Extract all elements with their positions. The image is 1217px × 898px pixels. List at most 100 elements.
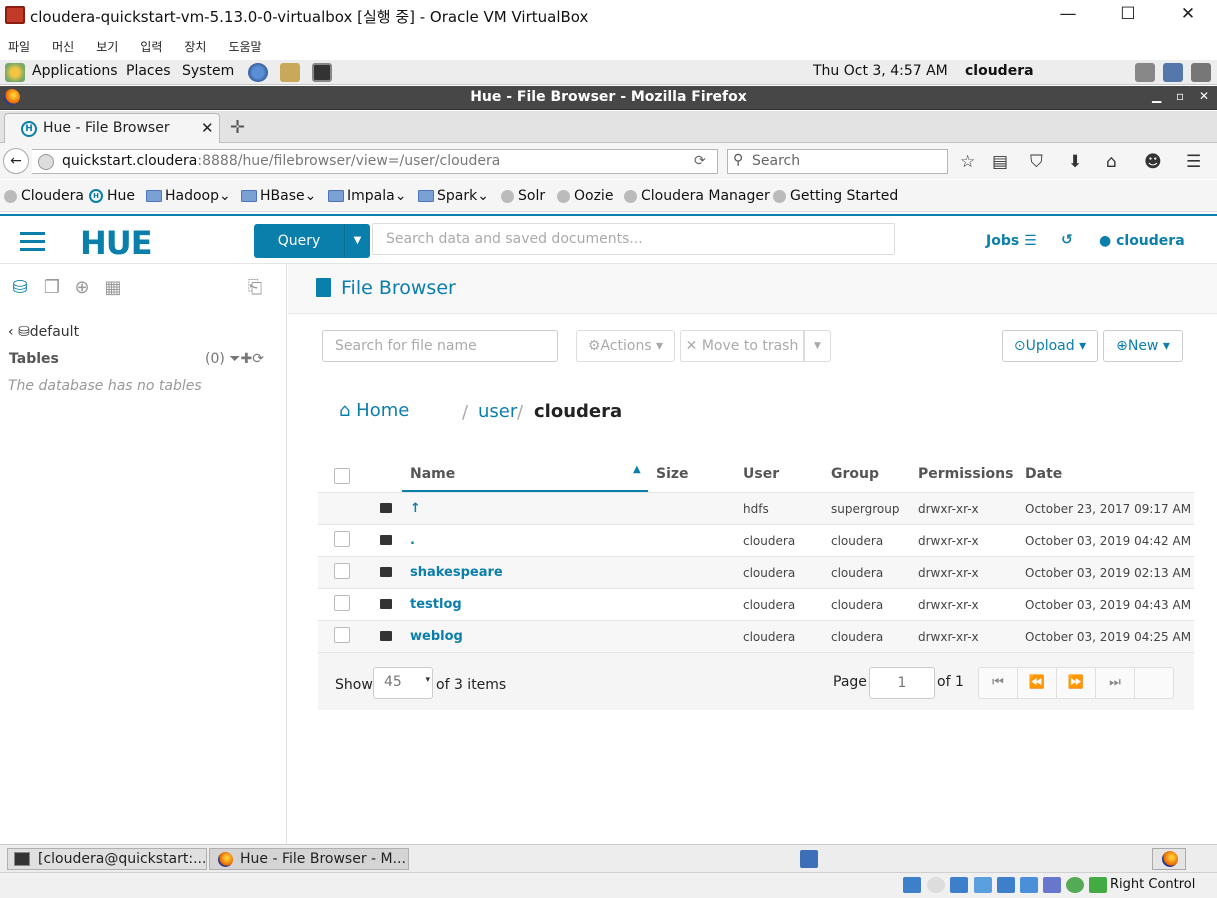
url-bar[interactable]: quickstart.cloudera:8888/hue/filebrowser… xyxy=(32,149,718,174)
bookmark-cloudera[interactable]: Cloudera xyxy=(4,188,84,204)
site-info-icon[interactable] xyxy=(38,154,54,170)
database-breadcrumb[interactable]: ‹ ⛁default xyxy=(8,324,79,340)
chat-icon[interactable]: ☻ xyxy=(1144,152,1162,172)
jobs-button[interactable]: Jobs ☰ xyxy=(986,233,1037,249)
places-menu[interactable]: Places xyxy=(126,63,171,79)
file-search-input[interactable]: Search for file name xyxy=(322,330,558,362)
video-capture-icon[interactable] xyxy=(1066,877,1084,893)
mail-launcher-icon[interactable] xyxy=(280,63,300,82)
bookmark-solr[interactable]: Solr xyxy=(501,188,545,204)
select-all-checkbox[interactable] xyxy=(334,468,350,484)
new-tab-icon[interactable]: ✛ xyxy=(230,117,245,138)
bookmark-cloudera-manager[interactable]: Cloudera Manager xyxy=(624,188,770,204)
breadcrumb-user[interactable]: user xyxy=(478,401,517,422)
column-header-size[interactable]: Size xyxy=(656,466,689,482)
open-folder-icon[interactable]: ⎗ xyxy=(245,278,265,298)
home-icon[interactable]: ⌂ xyxy=(1106,152,1117,172)
actions-button[interactable]: ⚙Actions ▾ xyxy=(576,330,675,362)
bookmark-folder-hadoop[interactable]: Hadoop ⌄ xyxy=(146,188,231,204)
browser-launcher-icon[interactable] xyxy=(248,63,268,82)
table-row[interactable]: . cloudera cloudera drwxr-xr-x October 0… xyxy=(318,524,1194,556)
search-zoom-icon[interactable]: ⊕ xyxy=(72,278,92,298)
taskbar-terminal[interactable]: [cloudera@quickstart:... xyxy=(7,848,207,870)
minimize-icon[interactable]: — xyxy=(1056,4,1080,26)
bookmark-star-icon[interactable]: ☆ xyxy=(960,152,975,172)
ff-minimize-icon[interactable]: ▁ xyxy=(1152,89,1161,103)
menu-view[interactable]: 보기 xyxy=(96,38,118,55)
prev-page-icon[interactable]: ⏪ xyxy=(1018,668,1057,698)
database-icon[interactable]: ⛁ xyxy=(10,278,30,298)
workspace-firefox-thumb[interactable] xyxy=(1152,848,1186,870)
back-button[interactable]: ← xyxy=(3,148,29,174)
history-icon[interactable]: ↺ xyxy=(1061,232,1073,248)
upload-button[interactable]: ⊙Upload ▾ xyxy=(1002,330,1098,362)
reload-icon[interactable]: ⟳ xyxy=(694,153,706,169)
table-row[interactable]: weblog cloudera cloudera drwxr-xr-x Octo… xyxy=(318,620,1194,652)
reading-list-icon[interactable]: ▤ xyxy=(992,152,1008,172)
documents-icon[interactable]: ❐ xyxy=(42,278,62,298)
network-adapter-icon[interactable] xyxy=(974,877,992,893)
next-page-icon[interactable]: ⏩ xyxy=(1057,668,1096,698)
row-checkbox[interactable] xyxy=(334,595,350,611)
column-header-user[interactable]: User xyxy=(743,466,779,482)
query-dropdown-caret-icon[interactable]: ▼ xyxy=(344,224,370,258)
row-name[interactable]: ↑ xyxy=(410,501,421,516)
bookmark-getting-started[interactable]: Getting Started xyxy=(773,188,898,204)
table-row[interactable]: ↑ hdfs supergroup drwxr-xr-x October 23,… xyxy=(318,492,1194,524)
workspace-switcher-icon[interactable] xyxy=(800,850,818,868)
bookmark-folder-spark[interactable]: Spark ⌄ xyxy=(418,188,489,204)
refresh-icon[interactable]: ⟳ xyxy=(252,351,264,367)
volume-icon[interactable] xyxy=(1135,63,1155,82)
grid-icon[interactable]: ▦ xyxy=(103,278,123,298)
column-header-group[interactable]: Group xyxy=(831,466,879,482)
query-button[interactable]: Query xyxy=(254,224,344,258)
filter-icon[interactable]: ⏷ xyxy=(229,351,240,367)
new-button[interactable]: ⊕New ▾ xyxy=(1103,330,1183,362)
table-row[interactable]: shakespeare cloudera cloudera drwxr-xr-x… xyxy=(318,556,1194,588)
menu-machine[interactable]: 머신 xyxy=(52,38,74,55)
mouse-integration-icon[interactable] xyxy=(1089,877,1107,893)
taskbar-firefox[interactable]: Hue - File Browser - M... xyxy=(209,848,409,870)
tab-close-icon[interactable]: ✕ xyxy=(201,119,214,137)
display-icon[interactable] xyxy=(1043,877,1061,893)
optical-drive-icon[interactable] xyxy=(927,877,945,893)
bookmark-folder-hbase[interactable]: HBase ⌄ xyxy=(241,188,316,204)
row-checkbox[interactable] xyxy=(334,563,350,579)
hard-disk-icon[interactable] xyxy=(903,877,921,893)
first-page-icon[interactable]: ⏮ xyxy=(979,668,1018,698)
hue-logo[interactable]: HUE xyxy=(80,224,153,262)
breadcrumb-home[interactable]: ⌂ Home xyxy=(339,400,409,421)
power-icon[interactable] xyxy=(1191,63,1211,82)
download-icon[interactable]: ⬇ xyxy=(1068,152,1082,172)
close-icon[interactable]: ✕ xyxy=(1176,4,1200,26)
plus-icon[interactable]: ✚ xyxy=(241,351,253,367)
bookmark-folder-impala[interactable]: Impala ⌄ xyxy=(328,188,406,204)
menu-devices[interactable]: 장치 xyxy=(184,38,206,55)
bookmark-hue[interactable]: H Hue xyxy=(89,188,135,204)
ff-maximize-icon[interactable]: ▫ xyxy=(1176,89,1184,103)
row-name[interactable]: testlog xyxy=(410,597,462,612)
column-header-permissions[interactable]: Permissions xyxy=(918,466,1013,482)
row-name[interactable]: weblog xyxy=(410,629,463,644)
hamburger-menu-icon[interactable] xyxy=(20,232,45,252)
network-icon[interactable] xyxy=(1163,63,1183,82)
maximize-icon[interactable]: ☐ xyxy=(1116,4,1140,26)
row-checkbox[interactable] xyxy=(334,627,350,643)
terminal-launcher-icon[interactable] xyxy=(312,63,332,82)
trash-dropdown-caret-icon[interactable]: ▼ xyxy=(804,330,831,362)
row-name[interactable]: shakespeare xyxy=(410,565,503,580)
pocket-icon[interactable]: ⛉ xyxy=(1030,152,1043,172)
page-number-input[interactable]: 1 xyxy=(869,667,935,699)
ff-close-icon[interactable]: ✕ xyxy=(1199,89,1209,103)
system-menu[interactable]: System xyxy=(182,63,234,79)
shared-folders-icon[interactable] xyxy=(1020,877,1038,893)
chevron-left-icon[interactable]: ‹ xyxy=(8,324,14,340)
column-header-name[interactable]: Name xyxy=(410,466,455,482)
row-checkbox[interactable] xyxy=(334,531,350,547)
move-to-trash-button[interactable]: ✕ Move to trash xyxy=(680,330,804,362)
user-menu[interactable]: ● cloudera xyxy=(1099,233,1185,249)
row-name[interactable]: . xyxy=(410,533,415,548)
menu-file[interactable]: 파일 xyxy=(8,38,30,55)
column-header-date[interactable]: Date xyxy=(1025,466,1062,482)
menu-hamburger-icon[interactable]: ☰ xyxy=(1186,152,1201,172)
